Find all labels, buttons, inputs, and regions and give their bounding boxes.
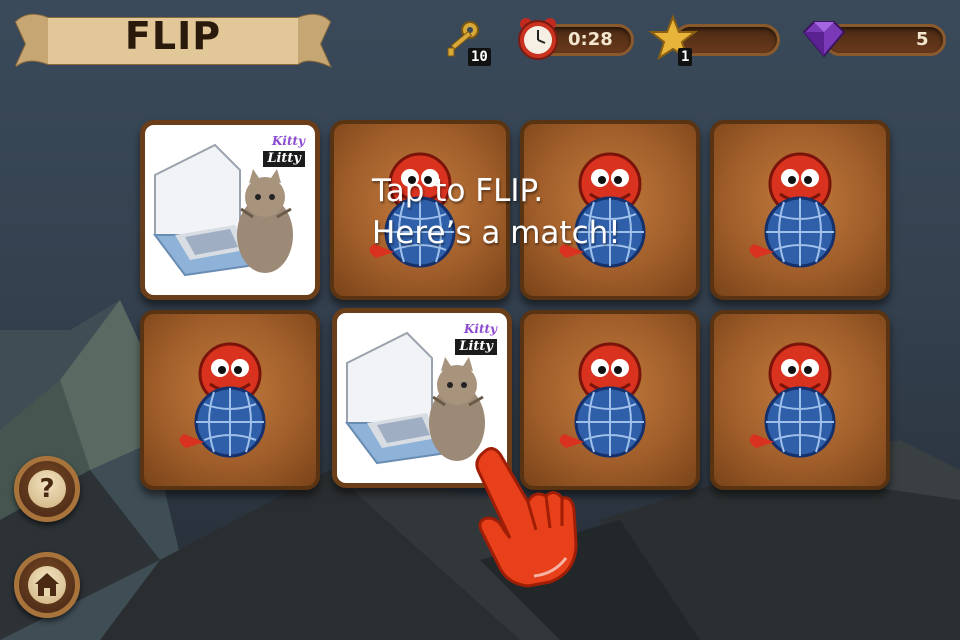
card-8[interactable] [710, 310, 890, 490]
brand-logo: Kitty Litty [455, 323, 497, 355]
brand-logo: Kitty Litty [263, 135, 305, 167]
card-back-emblem [749, 342, 836, 458]
question-icon: ? [28, 470, 66, 508]
gems-count: 5 [916, 29, 929, 50]
hint-line-1: Tap to FLIP. [372, 173, 544, 209]
timer-value: 0:28 [568, 29, 613, 50]
home-icon [35, 573, 59, 596]
card-back-emblem [179, 342, 266, 458]
gem-icon [802, 21, 846, 58]
tutorial-hint: Tap to FLIP. Here’s a match! [372, 170, 621, 254]
pointing-hand-icon [475, 447, 578, 588]
gems-counter: 5 [796, 18, 948, 64]
alarm-clock-icon [518, 18, 558, 60]
hint-line-2: Here’s a match! [372, 215, 621, 251]
timer: 0:28 [514, 18, 634, 64]
help-button[interactable]: ? [14, 456, 80, 522]
card-back-emblem [749, 152, 836, 268]
card-4[interactable] [710, 120, 890, 300]
page-title: FLIP [124, 14, 222, 58]
stars-counter: 1 [648, 14, 782, 66]
card-5[interactable] [140, 310, 320, 490]
stars-count: 1 [678, 48, 693, 66]
card-1[interactable]: Kitty Litty [140, 120, 320, 300]
keys-counter: 10 [440, 18, 500, 66]
home-icon-holder [28, 566, 66, 604]
home-button[interactable] [14, 552, 80, 618]
title-banner: FLIP [8, 4, 333, 74]
keys-count: 10 [468, 48, 491, 66]
